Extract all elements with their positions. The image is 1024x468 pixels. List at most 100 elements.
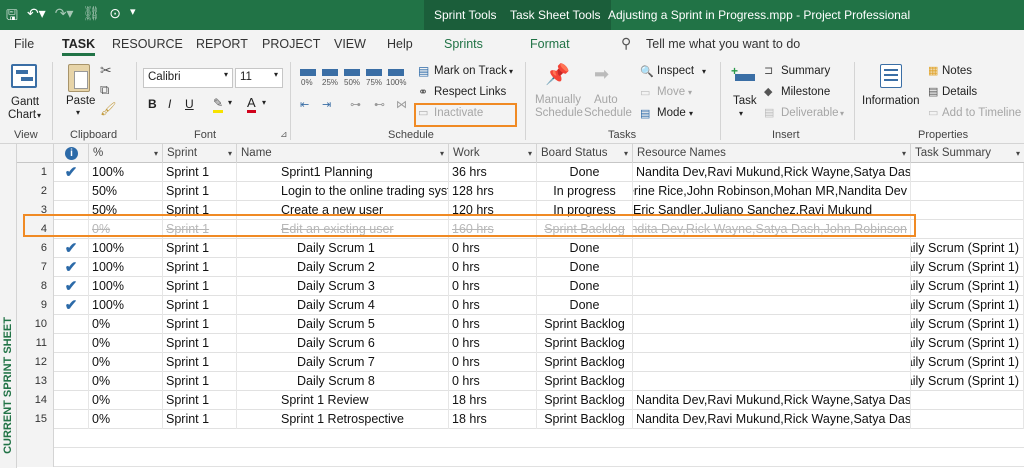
cell-summary[interactable]: Daily Scrum (Sprint 1) bbox=[911, 353, 1024, 372]
cell-summary[interactable] bbox=[911, 163, 1024, 182]
cell-name[interactable]: Daily Scrum 7 bbox=[237, 353, 449, 372]
cell-pct[interactable]: 0% bbox=[89, 372, 163, 391]
column-header-sprint[interactable]: Sprint ▾ bbox=[163, 144, 237, 163]
indicator-cell[interactable]: ✔ bbox=[54, 239, 89, 258]
manually-schedule-button[interactable]: Schedule bbox=[535, 107, 583, 119]
font-color-icon[interactable]: A bbox=[247, 95, 256, 113]
cell-name[interactable]: Sprint 1 Review bbox=[237, 391, 449, 410]
row-id[interactable]: 6 bbox=[17, 239, 54, 258]
notes-button[interactable]: Notes bbox=[942, 65, 972, 77]
cell-summary[interactable]: Daily Scrum (Sprint 1) bbox=[911, 334, 1024, 353]
information-button[interactable]: Information bbox=[862, 95, 920, 107]
indicator-cell[interactable]: ✔ bbox=[54, 296, 89, 315]
cell-resources[interactable]: Nandita Dev,Ravi Mukund,Rick Wayne,Satya… bbox=[633, 410, 911, 429]
font-name-select[interactable]: Calibri ▾ bbox=[143, 68, 233, 88]
tab-resource[interactable]: RESOURCE bbox=[112, 37, 183, 51]
tell-me-input[interactable]: Tell me what you want to do bbox=[646, 37, 800, 51]
auto-schedule-label[interactable]: Auto bbox=[594, 94, 618, 106]
tab-format[interactable]: Format bbox=[530, 37, 570, 51]
cell-sprint[interactable]: Sprint 1 bbox=[163, 372, 237, 391]
indicator-cell[interactable] bbox=[54, 391, 89, 410]
empty-row[interactable] bbox=[17, 429, 1024, 448]
cell-status[interactable]: In progress bbox=[537, 182, 633, 201]
table-row[interactable]: 6 ✔ 100%Sprint 1Daily Scrum 10 hrsDone Dail… bbox=[17, 239, 1024, 258]
cell-pct[interactable]: 0% bbox=[89, 315, 163, 334]
row-id[interactable]: 8 bbox=[17, 277, 54, 296]
cell-summary[interactable] bbox=[911, 220, 1024, 239]
indicator-cell[interactable] bbox=[54, 182, 89, 201]
cell-work[interactable]: 0 hrs bbox=[449, 334, 537, 353]
indicator-cell[interactable] bbox=[54, 372, 89, 391]
column-filter-chevron-icon[interactable]: ▾ bbox=[154, 144, 158, 163]
mode-button[interactable]: Mode bbox=[657, 107, 686, 119]
select-all-corner[interactable] bbox=[17, 144, 54, 163]
cell-name[interactable]: Sprint1 Planning bbox=[237, 163, 449, 182]
indicator-cell[interactable] bbox=[54, 334, 89, 353]
cut-icon[interactable]: ✂ bbox=[100, 62, 112, 79]
cell-resources[interactable]: Nandita Dev,Ravi Mukund,Rick Wayne,Satya… bbox=[633, 391, 911, 410]
cell-summary[interactable] bbox=[911, 201, 1024, 220]
cell-summary[interactable] bbox=[911, 391, 1024, 410]
cell-work[interactable]: 0 hrs bbox=[449, 353, 537, 372]
cell-status[interactable]: Sprint Backlog bbox=[537, 410, 633, 429]
indicator-cell[interactable] bbox=[54, 410, 89, 429]
tab-sprints[interactable]: Sprints bbox=[444, 37, 483, 51]
cell-sprint[interactable]: Sprint 1 bbox=[163, 258, 237, 277]
cell-sprint[interactable]: Sprint 1 bbox=[163, 391, 237, 410]
chevron-down-icon[interactable]: ▾ bbox=[739, 109, 743, 118]
chevron-down-icon[interactable]: ▾ bbox=[689, 109, 693, 118]
cell-sprint[interactable]: Sprint 1 bbox=[163, 296, 237, 315]
row-id[interactable]: 9 bbox=[17, 296, 54, 315]
cell-pct[interactable]: 0% bbox=[89, 391, 163, 410]
row-id[interactable] bbox=[17, 448, 54, 467]
row-id[interactable]: 11 bbox=[17, 334, 54, 353]
undo-icon[interactable]: ↶▾ bbox=[27, 5, 46, 29]
cell-work[interactable]: 0 hrs bbox=[449, 277, 537, 296]
chevron-down-icon[interactable]: ▾ bbox=[840, 109, 844, 118]
bold-icon[interactable]: B bbox=[148, 97, 157, 111]
tab-report[interactable]: REPORT bbox=[196, 37, 248, 51]
cell-name[interactable]: Daily Scrum 6 bbox=[237, 334, 449, 353]
indicator-cell[interactable]: ✔ bbox=[54, 277, 89, 296]
milestone-button[interactable]: Milestone bbox=[781, 86, 830, 98]
link-icon[interactable]: ⛓ bbox=[82, 5, 100, 29]
cell-summary[interactable]: Daily Scrum (Sprint 1) bbox=[911, 315, 1024, 334]
column-filter-chevron-icon[interactable]: ▾ bbox=[1016, 144, 1020, 163]
cell-name[interactable]: Daily Scrum 2 bbox=[237, 258, 449, 277]
cell-resources[interactable] bbox=[633, 315, 911, 334]
italic-icon[interactable]: I bbox=[168, 97, 171, 111]
cell-status[interactable]: Done bbox=[537, 239, 633, 258]
row-id[interactable]: 2 bbox=[17, 182, 54, 201]
mark-on-track-button[interactable]: Mark on Track bbox=[434, 65, 507, 77]
column-header-indicators[interactable]: i bbox=[54, 144, 89, 163]
column-header-resource-names[interactable]: Resource Names ▾ bbox=[633, 144, 911, 163]
cell-pct[interactable]: 100% bbox=[89, 239, 163, 258]
column-header-board-status[interactable]: Board Status ▾ bbox=[537, 144, 633, 163]
cell-name[interactable]: Daily Scrum 1 bbox=[237, 239, 449, 258]
cell-summary[interactable]: Daily Scrum (Sprint 1) bbox=[911, 296, 1024, 315]
cell-work[interactable]: 0 hrs bbox=[449, 239, 537, 258]
insert-task-button[interactable]: Task bbox=[733, 95, 757, 107]
cell-summary[interactable]: Daily Scrum (Sprint 1) bbox=[911, 258, 1024, 277]
cell-summary[interactable]: Daily Scrum (Sprint 1) bbox=[911, 372, 1024, 391]
details-button[interactable]: Details bbox=[942, 86, 977, 98]
cell-sprint[interactable]: Sprint 1 bbox=[163, 163, 237, 182]
tab-task[interactable]: TASK bbox=[62, 37, 96, 56]
cell-resources[interactable]: Nandita Dev,Ravi Mukund,Rick Wayne,Satya… bbox=[633, 163, 911, 182]
indicator-cell[interactable]: ✔ bbox=[54, 258, 89, 277]
pct-25-icon[interactable] bbox=[322, 69, 338, 76]
cell-status[interactable]: Done bbox=[537, 296, 633, 315]
column-filter-chevron-icon[interactable]: ▾ bbox=[228, 144, 232, 163]
cell-work[interactable]: 36 hrs bbox=[449, 163, 537, 182]
cell-summary[interactable]: Daily Scrum (Sprint 1) bbox=[911, 239, 1024, 258]
cell-sprint[interactable]: Sprint 1 bbox=[163, 353, 237, 372]
unlink-tasks-icon[interactable]: ⊷ bbox=[374, 98, 385, 111]
cell-pct[interactable]: 0% bbox=[89, 334, 163, 353]
cell-status[interactable]: Sprint Backlog bbox=[537, 391, 633, 410]
pct-100-icon[interactable] bbox=[388, 69, 404, 76]
column-header-work[interactable]: Work ▾ bbox=[449, 144, 537, 163]
cell-resources[interactable] bbox=[633, 258, 911, 277]
empty-row[interactable] bbox=[17, 448, 1024, 467]
respect-links-button[interactable]: Respect Links bbox=[434, 86, 506, 98]
cell-name[interactable]: Daily Scrum 8 bbox=[237, 372, 449, 391]
